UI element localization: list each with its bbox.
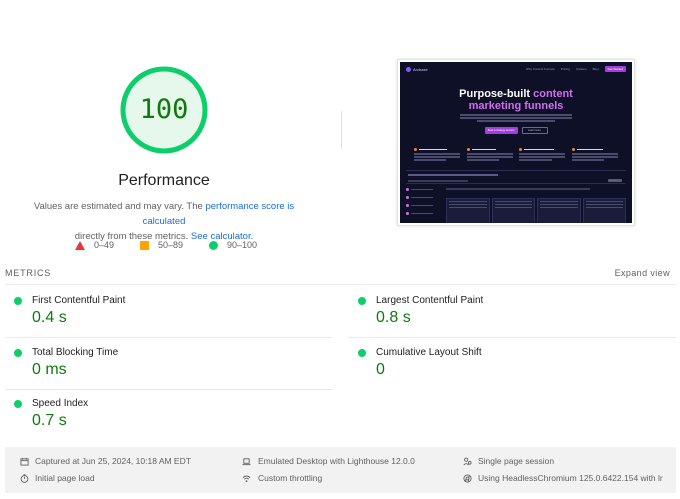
metric-speed-index: Speed Index 0.7 s [14,398,88,430]
thumb-headline-2: marketing funnels [468,100,564,112]
metrics-row-divider [5,389,333,390]
legend-fail-label: 0–49 [94,240,115,250]
thumb-logo: Arcbase [406,66,428,72]
legend-pass-label: 90–100 [227,240,258,250]
footer-browser: Using HeadlessChromium 125.0.6422.154 wi… [463,473,663,483]
metric-name: Total Blocking Time [32,347,119,358]
description-text: Values are estimated and may vary. The [33,201,206,212]
metric-cumulative-layout-shift: Cumulative Layout Shift 0 [358,347,482,379]
legend-fail: 0–49 [75,240,114,250]
thumb-cta-primary: Book a strategy session [484,127,518,134]
thumb-feature [466,148,513,162]
divider [341,111,342,149]
metric-value: 0.4 s [32,309,67,326]
thumb-headline-accent: content [533,88,573,100]
thumb-navlinks: Why Content Funnels Pricing Careers Blog… [526,66,626,72]
thumb-feature [571,148,618,162]
logo-icon [406,66,411,72]
thumb-nav: Arcbase Why Content Funnels Pricing Care… [400,62,632,76]
expand-view-toggle[interactable]: Expand view [615,268,670,278]
chromium-icon [463,473,472,483]
metrics-row-divider [348,337,676,338]
thumb-headline-1: Purpose-built [459,88,531,100]
session-text: Single page session [478,456,555,466]
load-text: Initial page load [35,473,95,483]
thumb-buttons: Book a strategy session Learn more [400,127,632,134]
metric-largest-contentful-paint: Largest Contentful Paint 0.8 s [358,295,483,327]
thumb-features [414,148,618,162]
legend-average-label: 50–89 [158,240,184,250]
score-legend: 0–49 50–89 90–100 [0,240,328,254]
laptop-icon [242,457,251,465]
thumb-panel [406,188,626,223]
metric-value: 0.7 s [32,412,67,429]
performance-title: Performance [118,172,210,189]
wifi-icon [242,475,251,482]
footer-session: Single page session [463,456,554,466]
metric-first-contentful-paint: First Contentful Paint 0.4 s [14,295,125,327]
thumb-nav-item: Why Content Funnels [525,67,555,71]
metric-name: Largest Contentful Paint [376,295,484,306]
user-session-icon [463,457,472,465]
metric-name: Speed Index [32,398,89,409]
pass-circle-icon [14,296,22,305]
metric-value: 0 ms [32,361,67,378]
thumb-cta-secondary: Learn more [521,127,548,134]
performance-description: Values are estimated and may vary. The p… [14,199,314,244]
metrics-section-label: METRICS [5,268,52,278]
thumb-brand: Arcbase [413,66,428,72]
throttling-text: Custom throttling [258,473,323,483]
final-screenshot-thumbnail[interactable]: Arcbase Why Content Funnels Pricing Care… [397,59,635,226]
calendar-icon [20,457,29,466]
metrics-row-divider [5,337,333,338]
thumb-nav-item: Blog [592,67,599,71]
browser-text: Using HeadlessChromium 125.0.6422.154 wi… [478,473,663,483]
square-icon [140,240,149,250]
footer-load: Initial page load [20,473,95,483]
pass-circle-icon [358,296,366,305]
pass-circle-icon [14,348,22,357]
footer-emulated: Emulated Desktop with Lighthouse 12.0.0 [241,456,415,466]
performance-gauge: 100 [120,66,208,154]
emulated-text: Emulated Desktop with Lighthouse 12.0.0 [258,456,415,466]
footer-captured: Captured at Jun 25, 2024, 10:18 AM EDT [20,456,191,466]
legend-pass: 90–100 [209,240,257,250]
captured-text: Captured at Jun 25, 2024, 10:18 AM EDT [35,456,191,466]
thumb-bar [406,170,626,184]
thumb-subtext [460,114,572,122]
footer-throttling: Custom throttling [241,473,322,483]
metric-value: 0.8 s [376,309,411,326]
thumb-feature [519,148,566,162]
timer-icon [20,473,29,483]
thumb-nav-item: Careers [575,67,587,71]
screenshot-content: Arcbase Why Content Funnels Pricing Care… [400,62,632,223]
thumb-sidebar [406,188,438,220]
thumb-main [446,188,626,223]
triangle-icon [75,240,85,250]
runtime-settings: Captured at Jun 25, 2024, 10:18 AM EDT E… [5,447,676,493]
thumb-headline: Purpose-built content marketing funnels [400,88,632,112]
pass-circle-icon [14,399,22,408]
metric-name: First Contentful Paint [32,295,126,306]
performance-score: 100 [139,94,189,125]
pass-circle-icon [358,348,366,357]
thumb-nav-cta: Get Started [604,66,626,72]
metric-total-blocking-time: Total Blocking Time 0 ms [14,347,118,379]
legend-average: 50–89 [140,240,183,250]
metric-name: Cumulative Layout Shift [376,347,482,358]
circle-icon [209,240,218,250]
thumb-nav-item: Pricing [560,67,570,71]
metric-value: 0 [376,361,385,378]
metrics-divider [5,284,676,285]
thumb-feature [414,148,460,162]
